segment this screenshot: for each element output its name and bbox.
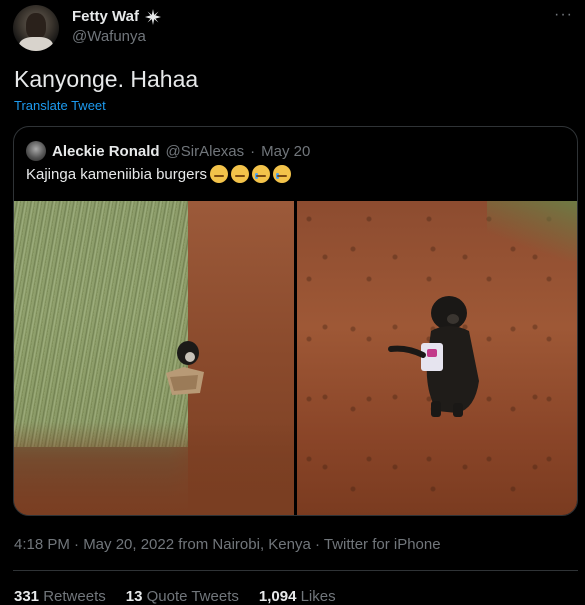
likes-label: Likes [300, 588, 336, 605]
unamused-face-icon [209, 165, 228, 183]
quoted-author-handle: @SirAlexas [165, 142, 245, 160]
avatar-face [26, 13, 46, 39]
retweets-label: Retweets [43, 588, 106, 605]
translate-tweet-link[interactable]: Translate Tweet [14, 98, 106, 113]
tweet-meta: 4:18 PM · May 20, 2022 from Nairobi, Ken… [14, 536, 441, 553]
grass-area [14, 201, 196, 447]
author-avatar[interactable] [13, 5, 59, 51]
monkey-with-bag-illustration [166, 341, 204, 395]
quoted-tweet-date: May 20 [261, 142, 311, 160]
photo-monkey-in-grass[interactable] [14, 201, 294, 515]
avatar-shirt [19, 37, 53, 51]
more-dots-icon[interactable]: ··· [554, 6, 573, 24]
author-name[interactable]: Fetty Waf [72, 8, 139, 25]
grass-corner [487, 201, 577, 261]
likes-count: 1,094 [258, 588, 297, 605]
retweets-stat[interactable]: 331 Retweets [14, 588, 106, 605]
quoted-tweet-header: Aleckie Ronald @SirAlexas · May 20 [26, 141, 310, 161]
retweets-count: 331 [14, 588, 40, 605]
unamused-face-icon [230, 165, 249, 183]
tweet-text: Kanyonge. Hahaa [14, 66, 199, 92]
quoted-author-avatar [26, 141, 46, 161]
quoted-tweet-media [14, 201, 577, 515]
tweet-header: Fetty Waf @Wafunya ··· [12, 4, 577, 54]
sparkle-emoji-icon [144, 8, 161, 25]
author-name-row: Fetty Waf [72, 8, 161, 25]
author-handle[interactable]: @Wafunya [72, 28, 146, 45]
crying-face-icon [251, 165, 270, 183]
photo-monkey-holding-bag[interactable] [297, 201, 577, 515]
quoted-tweet-text: Kajinga kameniibia burgers [26, 165, 207, 183]
dot-separator: · [250, 142, 256, 160]
monkey-standing-illustration [388, 296, 479, 417]
tweet-stats: 331 Retweets 13 Quote Tweets 1,094 Likes [14, 588, 336, 605]
ground-shadow [14, 421, 294, 515]
quote-tweets-count: 13 [125, 588, 143, 605]
quoted-author-name: Aleckie Ronald [52, 142, 160, 160]
quote-tweets-label: Quote Tweets [146, 588, 239, 605]
quoted-tweet-text-row: Kajinga kameniibia burgers [26, 165, 291, 183]
quoted-tweet-card[interactable]: Aleckie Ronald @SirAlexas · May 20 Kajin… [13, 126, 578, 516]
crying-face-icon [272, 165, 291, 183]
divider [13, 570, 578, 571]
likes-stat[interactable]: 1,094 Likes [259, 588, 336, 605]
quote-tweets-stat[interactable]: 13 Quote Tweets [126, 588, 239, 605]
